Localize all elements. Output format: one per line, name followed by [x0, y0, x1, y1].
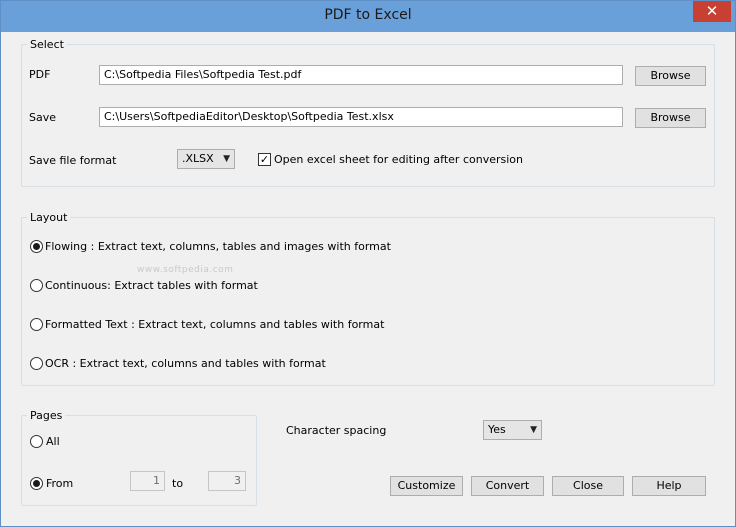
layout-ocr-label[interactable]: OCR : Extract text, columns and tables w…	[45, 357, 326, 370]
dialog-content: Select PDF C:\Softpedia Files\Softpedia …	[9, 32, 727, 520]
pages-all-radio[interactable]	[30, 435, 43, 448]
layout-ocr-radio[interactable]	[30, 357, 43, 370]
select-group-legend: Select	[30, 38, 64, 51]
help-button[interactable]: Help	[632, 476, 706, 496]
pages-from-input[interactable]: 1	[130, 471, 165, 491]
layout-formatted-text-radio[interactable]	[30, 318, 43, 331]
character-spacing-value: Yes	[488, 423, 506, 436]
pages-all-label[interactable]: All	[46, 435, 60, 448]
pdf-label: PDF	[29, 68, 51, 81]
layout-flowing-label[interactable]: Flowing : Extract text, columns, tables …	[45, 240, 391, 253]
layout-group-legend: Layout	[30, 211, 68, 224]
layout-continuous-label[interactable]: Continuous: Extract tables with format	[45, 279, 258, 292]
layout-formatted-text-label[interactable]: Formatted Text : Extract text, columns a…	[45, 318, 384, 331]
pages-from-label[interactable]: From	[46, 477, 73, 490]
save-file-format-value: .XLSX	[182, 152, 214, 165]
character-spacing-label: Character spacing	[286, 424, 387, 437]
pdf-browse-button[interactable]: Browse	[635, 66, 706, 86]
chevron-down-icon: ▼	[530, 425, 537, 435]
save-file-format-label: Save file format	[29, 154, 117, 167]
title-bar[interactable]: PDF to Excel ✕	[1, 1, 735, 32]
watermark: www.softpedia.com	[137, 265, 234, 275]
close-window-button[interactable]: ✕	[693, 1, 731, 22]
open-excel-checkbox-label[interactable]: Open excel sheet for editing after conve…	[274, 153, 523, 166]
open-excel-checkbox[interactable]: ✓	[258, 153, 271, 166]
customize-button[interactable]: Customize	[390, 476, 463, 496]
save-file-format-select[interactable]: .XLSX ▼	[177, 149, 235, 169]
close-icon: ✕	[705, 2, 719, 20]
save-browse-button[interactable]: Browse	[635, 108, 706, 128]
pdf-path-input[interactable]: C:\Softpedia Files\Softpedia Test.pdf	[99, 65, 623, 85]
chevron-down-icon: ▼	[223, 154, 230, 164]
save-path-input[interactable]: C:\Users\SoftpediaEditor\Desktop\Softped…	[99, 107, 623, 127]
layout-flowing-radio[interactable]	[30, 240, 43, 253]
pages-to-input[interactable]: 3	[208, 471, 246, 491]
convert-button[interactable]: Convert	[471, 476, 544, 496]
pages-from-radio[interactable]	[30, 477, 43, 490]
window-title: PDF to Excel	[324, 7, 412, 23]
layout-continuous-radio[interactable]	[30, 279, 43, 292]
close-button[interactable]: Close	[552, 476, 624, 496]
pages-group: Pages	[21, 409, 257, 506]
character-spacing-select[interactable]: Yes ▼	[483, 420, 542, 440]
pdf-to-excel-window: PDF to Excel ✕ Select PDF C:\Softpedia F…	[0, 0, 736, 527]
save-label: Save	[29, 111, 57, 124]
pages-group-legend: Pages	[30, 409, 63, 422]
checkmark-icon: ✓	[259, 153, 270, 166]
pages-to-label: to	[172, 477, 184, 490]
